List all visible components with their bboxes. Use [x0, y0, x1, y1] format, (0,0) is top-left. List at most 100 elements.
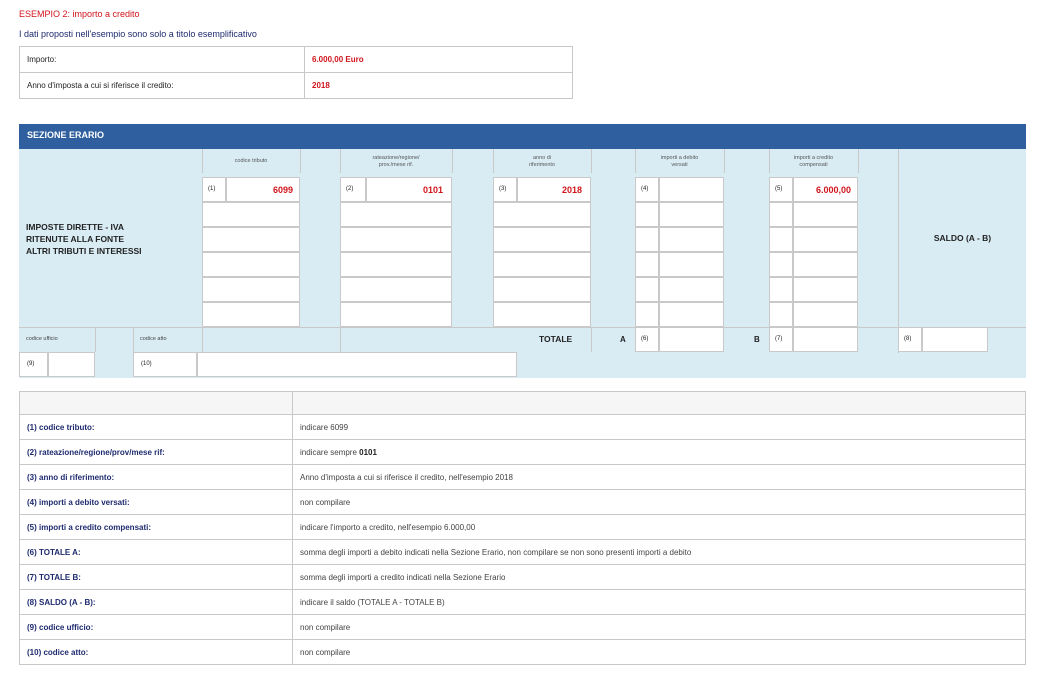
- codice-tributo-field[interactable]: [202, 202, 300, 227]
- credito-field[interactable]: 6.000,00: [793, 177, 858, 202]
- legend-table: (1) codice tributo: indicare 6099 (2) rat…: [19, 391, 1026, 665]
- codice-tributo-field[interactable]: [202, 302, 300, 327]
- codice-tributo-field[interactable]: [202, 252, 300, 277]
- rateazione-field[interactable]: [340, 252, 452, 277]
- rateazione-value: 0101: [422, 185, 443, 195]
- field-number-cell: (5): [769, 177, 793, 202]
- divider: [898, 149, 899, 353]
- legend-value: Anno d'imposta a cui si riferisce il cre…: [292, 464, 1026, 490]
- rateazione-field[interactable]: [340, 277, 452, 302]
- info-value: 6.000,00 Euro: [304, 46, 573, 73]
- example-subtitle: I dati proposti nell'esempio sono solo a…: [19, 29, 257, 39]
- credito-field[interactable]: [793, 227, 858, 252]
- legend-value: non compilare: [292, 614, 1026, 640]
- anno-field[interactable]: [493, 302, 591, 327]
- legend-value: indicare il saldo (TOTALE A - TOTALE B): [292, 589, 1026, 615]
- totale-a-label: A: [620, 335, 626, 344]
- col-header-rateazione: rateazione/regione/ prov./mese rif.: [340, 155, 452, 169]
- field-number-cell: (3): [493, 177, 517, 202]
- legend-key: (10) codice atto:: [19, 639, 293, 665]
- field-number: (4): [641, 186, 649, 192]
- legend-key: (4) importi a debito versati:: [19, 489, 293, 515]
- col-header-credito: importi a credito compensati: [769, 155, 858, 169]
- legend-value-bold: 0101: [359, 447, 377, 457]
- credito-field[interactable]: [793, 252, 858, 277]
- codice-atto-field[interactable]: [197, 352, 517, 377]
- credito-prefix-cell: [769, 277, 793, 302]
- info-value: 2018: [304, 72, 573, 99]
- col-header-line: importi a credito: [793, 155, 834, 161]
- saldo-label: SALDO (A - B): [933, 233, 992, 243]
- codice-ufficio-field[interactable]: [48, 352, 95, 377]
- divider: [202, 327, 203, 352]
- legend-value: indicare sempre 0101: [292, 439, 1026, 465]
- field-number-cell: (1): [202, 177, 226, 202]
- example-info-table: Importo: 6.000,00 Euro Anno d'imposta a …: [19, 46, 573, 99]
- codice-tributo-value: 6099: [272, 185, 293, 195]
- field-number-cell: (10): [133, 352, 197, 377]
- field-number-cell: (8): [898, 327, 922, 352]
- debito-prefix-cell: [635, 302, 659, 327]
- divider: [591, 327, 592, 352]
- field-number: (6): [641, 336, 649, 342]
- debito-field[interactable]: [659, 252, 724, 277]
- legend-key: (5) importi a credito compensati:: [19, 514, 293, 540]
- codice-tributo-field[interactable]: [202, 227, 300, 252]
- debito-field[interactable]: [659, 177, 724, 202]
- legend-header-row: [19, 391, 1026, 415]
- field-number-cell: (9): [19, 352, 48, 377]
- totale-b-field[interactable]: [793, 327, 858, 352]
- debito-field[interactable]: [659, 277, 724, 302]
- field-number: (2): [346, 186, 354, 192]
- debito-field[interactable]: [659, 227, 724, 252]
- saldo-field[interactable]: [922, 327, 988, 352]
- legend-key: (2) rateazione/regione/prov/mese rif:: [19, 439, 293, 465]
- anno-field[interactable]: [493, 252, 591, 277]
- totale-a-field[interactable]: [659, 327, 724, 352]
- tax-category-label: IMPOSTE DIRETTE - IVA RITENUTE ALLA FONT…: [26, 221, 142, 257]
- codice-tributo-field[interactable]: 6099: [226, 177, 300, 202]
- col-header-line: compensati: [799, 162, 828, 168]
- credito-field[interactable]: [793, 202, 858, 227]
- divider: [202, 149, 203, 173]
- sezione-erario: SEZIONE ERARIO IMPOSTE DIRETTE - IVA RIT…: [19, 124, 1026, 378]
- field-number-cell: (6): [635, 327, 659, 352]
- field-number-cell: (2): [340, 177, 366, 202]
- legend-value: non compilare: [292, 489, 1026, 515]
- legend-value: somma degli importi a debito indicati ne…: [292, 539, 1026, 565]
- divider: [769, 149, 770, 173]
- legend-row: (6) TOTALE A: somma degli importi a debit…: [19, 539, 1026, 565]
- anno-field[interactable]: [493, 227, 591, 252]
- divider: [452, 149, 453, 173]
- field-number: (7): [775, 336, 783, 342]
- legend-key: (6) TOTALE A:: [19, 539, 293, 565]
- credito-prefix-cell: [769, 202, 793, 227]
- info-label: Importo:: [19, 46, 305, 73]
- credito-field[interactable]: [793, 277, 858, 302]
- debito-prefix-cell: [635, 252, 659, 277]
- rateazione-field[interactable]: [340, 302, 452, 327]
- tax-category-line: RITENUTE ALLA FONTE: [26, 234, 125, 244]
- anno-field[interactable]: [493, 202, 591, 227]
- tax-category-line: ALTRI TRIBUTI E INTERESSI: [26, 246, 142, 256]
- field-number: (5): [775, 186, 783, 192]
- credito-field[interactable]: [793, 302, 858, 327]
- rateazione-field[interactable]: [340, 227, 452, 252]
- debito-field[interactable]: [659, 302, 724, 327]
- anno-value: 2018: [561, 185, 582, 195]
- legend-value: indicare 6099: [292, 414, 1026, 440]
- rateazione-field[interactable]: 0101: [366, 177, 452, 202]
- rateazione-field[interactable]: [340, 202, 452, 227]
- anno-field[interactable]: [493, 277, 591, 302]
- divider: [724, 149, 725, 173]
- col-header-line: prov./mese rif.: [378, 162, 414, 168]
- anno-field[interactable]: 2018: [517, 177, 591, 202]
- field-number: (8): [904, 336, 912, 342]
- divider: [493, 149, 494, 173]
- field-number: (1): [208, 186, 216, 192]
- divider: [635, 149, 636, 173]
- codice-tributo-field[interactable]: [202, 277, 300, 302]
- debito-field[interactable]: [659, 202, 724, 227]
- col-header-codice-tributo: codice tributo: [234, 158, 268, 164]
- legend-row: (1) codice tributo: indicare 6099: [19, 414, 1026, 440]
